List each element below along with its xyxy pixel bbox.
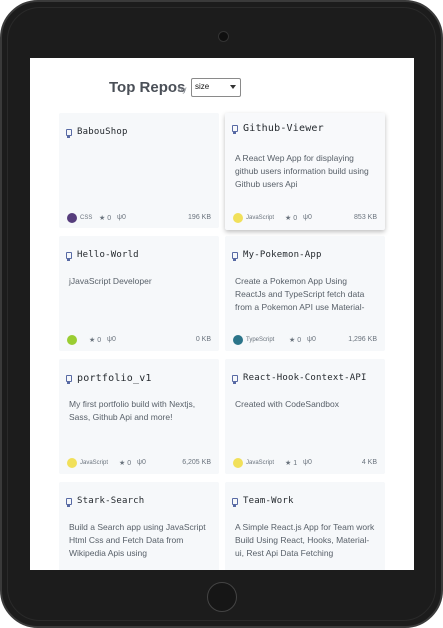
camera-icon [218, 31, 229, 42]
star-icon: ★ [89, 337, 96, 344]
repo-size: 0 KB [195, 336, 211, 343]
repo-size: 4 KB [361, 459, 377, 466]
repo-header: Hello-World [66, 249, 139, 261]
repo-card-my-pokemon-app[interactable]: My-Pokemon-App Create a Pokemon App Usin… [225, 236, 385, 351]
repo-description: Created with CodeSandbox [235, 399, 339, 409]
repo-footer: ★ 0 ψ0 0 KB [67, 335, 211, 345]
star-count: ★ 0 [289, 337, 302, 344]
repo-card-github-viewer[interactable]: Github-Viewer A React Wep App for displa… [225, 113, 385, 230]
repo-header: My-Pokemon-App [232, 249, 322, 261]
language-color-dot [233, 458, 243, 468]
repo-card-portfolio-v1[interactable]: portfolio_v1 My first portfolio build wi… [59, 359, 219, 474]
repo-card-babou-shop[interactable]: BabouShop CSS ★ 0 ψ0 196 KB [59, 113, 219, 228]
repo-icon [66, 128, 72, 138]
repo-icon [232, 497, 238, 507]
repo-name[interactable]: Stark-Search [77, 496, 144, 506]
repo-name[interactable]: Hello-World [77, 250, 139, 260]
repo-language: TypeScript [246, 337, 275, 343]
repo-header: Github-Viewer [232, 122, 324, 134]
language-color-dot [233, 335, 243, 345]
star-icon: ★ [119, 460, 126, 467]
repo-description: A Simple React.js App for Team work Buil… [235, 522, 375, 558]
repo-icon [232, 374, 238, 384]
repo-card-team-work[interactable]: Team-Work A Simple React.js App for Team… [225, 482, 385, 570]
language-color-dot [233, 213, 243, 223]
fork-count: ψ0 [303, 459, 312, 466]
star-icon: ★ [289, 337, 296, 344]
sort-select-value: size [195, 82, 210, 91]
fork-count: ψ0 [137, 459, 146, 466]
repo-icon [232, 124, 238, 134]
repo-size: 853 KB [354, 214, 377, 221]
home-button[interactable] [207, 582, 237, 612]
star-icon: ★ [285, 215, 292, 222]
star-count: ★ 0 [99, 215, 112, 222]
repo-footer: TypeScript ★ 0 ψ0 1,296 KB [233, 335, 377, 345]
repo-language: JavaScript [246, 215, 275, 221]
repo-size: 1,296 KB [348, 336, 377, 343]
repo-header: Stark-Search [66, 495, 144, 507]
repo-description: My first portfolio build with Nextjs, Sa… [69, 399, 196, 422]
repo-header: React-Hook-Context-API [232, 372, 367, 384]
repo-card-react-hook-context-api[interactable]: React-Hook-Context-API Created with Code… [225, 359, 385, 474]
fork-count: ψ0 [117, 214, 126, 221]
repo-language: CSS [80, 215, 93, 221]
fork-count: ψ0 [107, 336, 116, 343]
repo-description: jJavaScript Developer [69, 276, 152, 286]
repo-icon [66, 374, 72, 384]
fork-count: ψ0 [303, 214, 312, 221]
star-count: ★ 1 [285, 460, 298, 467]
repo-header: Team-Work [232, 495, 294, 507]
screen: Top Repos by size BabouShop CSS ★ 0 ψ0 1… [30, 58, 414, 570]
repo-icon [232, 251, 238, 261]
repo-footer: JavaScript ★ 0 ψ0 6,205 KB [67, 458, 211, 468]
repo-footer: JavaScript ★ 1 ψ0 4 KB [233, 458, 377, 468]
top-repos-header: Top Repos by size [30, 77, 414, 101]
repo-name[interactable]: Team-Work [243, 496, 294, 506]
repo-footer: CSS ★ 0 ψ0 196 KB [67, 213, 211, 223]
repo-language: JavaScript [246, 460, 275, 466]
sort-select[interactable]: size [191, 78, 241, 97]
repo-name[interactable]: BabouShop [77, 127, 128, 137]
repo-name[interactable]: portfolio_v1 [77, 373, 152, 384]
language-color-dot [67, 213, 77, 223]
repo-icon [66, 251, 72, 261]
repo-footer: JavaScript ★ 0 ψ0 853 KB [233, 213, 377, 223]
repo-name[interactable]: Github-Viewer [243, 123, 324, 134]
repo-name[interactable]: React-Hook-Context-API [243, 373, 367, 383]
page-title: Top Repos [109, 79, 186, 96]
repo-header: BabouShop [66, 126, 128, 138]
repo-description: A React Wep App for displaying github us… [235, 153, 369, 189]
sort-by-label: by [178, 85, 187, 94]
language-color-dot [67, 335, 77, 345]
tablet-frame: Top Repos by size BabouShop CSS ★ 0 ψ0 1… [0, 0, 443, 628]
repo-card-stark-search[interactable]: Stark-Search Build a Search app using Ja… [59, 482, 219, 570]
star-count: ★ 0 [119, 460, 132, 467]
repo-size: 6,205 KB [182, 459, 211, 466]
repo-size: 196 KB [188, 214, 211, 221]
repo-name[interactable]: My-Pokemon-App [243, 250, 322, 260]
repo-description: Build a Search app using JavaScript Html… [69, 522, 206, 558]
repo-icon [66, 497, 72, 507]
star-icon: ★ [285, 460, 292, 467]
star-count: ★ 0 [285, 215, 298, 222]
repo-card-hello-world[interactable]: Hello-World jJavaScript Developer ★ 0 ψ0… [59, 236, 219, 351]
language-color-dot [67, 458, 77, 468]
chevron-down-icon [230, 85, 236, 89]
fork-count: ψ0 [307, 336, 316, 343]
star-count: ★ 0 [89, 337, 102, 344]
repo-language: JavaScript [80, 460, 109, 466]
star-icon: ★ [99, 215, 106, 222]
repo-description: Create a Pokemon App Using ReactJs and T… [235, 276, 365, 312]
repo-header: portfolio_v1 [66, 372, 152, 384]
